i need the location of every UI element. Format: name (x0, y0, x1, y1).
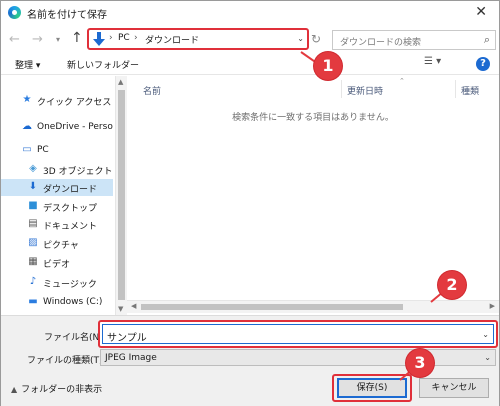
toolbar: 整理 ▾ 新しいフォルダー ☰ ▾ ? (1, 53, 499, 75)
sidebar-item-onedrive[interactable]: ☁ OneDrive - Person (1, 119, 113, 136)
scroll-down-icon[interactable]: ▼ (118, 305, 123, 313)
breadcrumb-downloads[interactable]: ダウンロード (145, 33, 199, 46)
sidebar-item-label: ミュージック (43, 280, 97, 290)
search-placeholder: ダウンロードの検索 (340, 38, 422, 48)
column-divider[interactable] (455, 80, 456, 98)
refresh-icon[interactable]: ↻ (311, 32, 321, 46)
picture-icon: ▨ (28, 237, 38, 248)
filename-field[interactable]: サンプル ⌄ (102, 324, 494, 344)
column-divider[interactable] (341, 80, 342, 98)
sidebar-item-pictures[interactable]: ▨ ピクチャ (1, 235, 113, 252)
sidebar-item-quick-access[interactable]: ★ クイック アクセス (1, 92, 113, 109)
callout-badge-2: 2 (438, 271, 466, 299)
cloud-icon: ☁ (22, 121, 32, 132)
callout-badge-3: 3 (406, 349, 434, 377)
chevron-up-icon: ▲ (11, 385, 18, 394)
sidebar-item-label: デスクトップ (43, 204, 98, 214)
sidebar-item-pc[interactable]: ▭ PC (1, 142, 113, 159)
3d-objects-icon: ◈ (29, 163, 37, 174)
sidebar-item-documents[interactable]: ▤ ドキュメント (1, 216, 113, 233)
view-toggle-icon[interactable]: ☰ ▾ (424, 56, 441, 67)
pc-icon: ▭ (22, 144, 32, 155)
sidebar-item-label: Windows (C:) (43, 297, 103, 307)
sidebar-item-desktop[interactable]: ■ デスクトップ (1, 198, 113, 215)
scroll-up-icon[interactable]: ▲ (118, 78, 123, 86)
cancel-button[interactable]: キャンセル (419, 378, 489, 398)
save-as-dialog: 名前を付けて保存 ✕ ← → ▾ ↑ › PC › ダウンロード ⌄ ↻ ダウン… (0, 0, 500, 406)
up-arrow-icon[interactable]: ↑ (71, 30, 83, 46)
navigation-pane: ★ クイック アクセス ☁ OneDrive - Person ▭ PC ◈ 3… (1, 76, 115, 315)
filename-value: サンプル (107, 333, 147, 344)
sidebar-item-label: ビデオ (43, 260, 71, 270)
breadcrumb-chevron-icon: › (134, 33, 138, 43)
star-icon: ★ (22, 94, 32, 105)
desktop-icon: ■ (28, 200, 38, 211)
filetype-label: ファイルの種類(T): (27, 356, 106, 366)
save-button[interactable]: 保存(S) (337, 378, 407, 398)
forward-arrow-icon[interactable]: → (32, 32, 43, 47)
sidebar-item-label: PC (37, 145, 49, 155)
breadcrumb-chevron-icon: › (109, 33, 113, 43)
sidebar-item-label: ダウンロード (43, 185, 98, 195)
download-arrow-icon (93, 32, 105, 46)
back-arrow-icon[interactable]: ← (9, 32, 20, 47)
document-icon: ▤ (28, 218, 38, 229)
hide-folders-label: フォルダーの非表示 (21, 385, 103, 395)
filetype-value: JPEG Image (105, 353, 157, 363)
sidebar-item-music[interactable]: ♪ ミュージック (1, 274, 113, 291)
address-bar[interactable]: › PC › ダウンロード ⌄ (87, 28, 309, 50)
close-icon[interactable]: ✕ (475, 4, 487, 20)
sidebar-item-label: クイック アクセス (37, 98, 112, 108)
video-icon: ▦ (28, 256, 38, 267)
chevron-down-icon[interactable]: ⌄ (297, 34, 304, 43)
sidebar-item-label: OneDrive - Person (37, 122, 113, 132)
hide-folders-toggle[interactable]: ▲ フォルダーの非表示 (11, 382, 102, 395)
sidebar-item-label: ドキュメント (43, 222, 98, 232)
organize-menu[interactable]: 整理 ▾ (15, 58, 40, 71)
download-icon: ⬇ (28, 181, 38, 192)
drive-icon: ▬ (28, 296, 38, 307)
horizontal-scrollbar[interactable]: ◀ ▶ (127, 300, 499, 313)
column-header-name[interactable]: 名前 (143, 84, 161, 97)
sidebar-item-3d-objects[interactable]: ◈ 3D オブジェクト (1, 161, 113, 178)
sidebar-item-label: ピクチャ (43, 241, 79, 251)
filename-highlight: サンプル ⌄ (98, 320, 498, 348)
sidebar-item-videos[interactable]: ▦ ビデオ (1, 254, 113, 271)
scroll-right-icon[interactable]: ▶ (490, 302, 495, 310)
search-input[interactable]: ダウンロードの検索 ⌕ (332, 30, 496, 50)
sidebar-item-downloads[interactable]: ⬇ ダウンロード (1, 179, 113, 196)
filename-label: ファイル名(N): (44, 333, 106, 343)
title-bar: 名前を付けて保存 ✕ (1, 1, 499, 25)
new-folder-button[interactable]: 新しいフォルダー (67, 58, 139, 71)
sidebar-item-windows-c[interactable]: ▬ Windows (C:) (1, 294, 113, 311)
empty-state-message: 検索条件に一致する項目はありません。 (232, 113, 394, 123)
chevron-down-icon: ⌄ (484, 353, 491, 362)
window-title: 名前を付けて保存 (27, 10, 107, 21)
edge-icon (8, 6, 21, 19)
scrollbar-thumb[interactable] (141, 304, 403, 310)
sidebar-scrollbar[interactable]: ▲ ▼ (115, 76, 127, 315)
filetype-select[interactable]: JPEG Image ⌄ (100, 349, 496, 366)
column-header-date[interactable]: 更新日時 (347, 84, 383, 97)
column-header-type[interactable]: 種類 (461, 84, 479, 97)
search-icon: ⌕ (483, 33, 490, 46)
sidebar-item-label: 3D オブジェクト (43, 167, 113, 177)
sort-chevron-icon: ⌃ (399, 77, 405, 85)
chevron-down-icon[interactable]: ⌄ (482, 330, 489, 339)
music-icon: ♪ (29, 276, 37, 287)
recent-locations-icon[interactable]: ▾ (56, 35, 60, 44)
scrollbar-thumb[interactable] (118, 90, 125, 300)
breadcrumb-pc[interactable]: PC (118, 33, 130, 43)
help-icon[interactable]: ? (476, 57, 490, 71)
callout-badge-1: 1 (314, 52, 342, 80)
scroll-left-icon[interactable]: ◀ (131, 302, 136, 310)
